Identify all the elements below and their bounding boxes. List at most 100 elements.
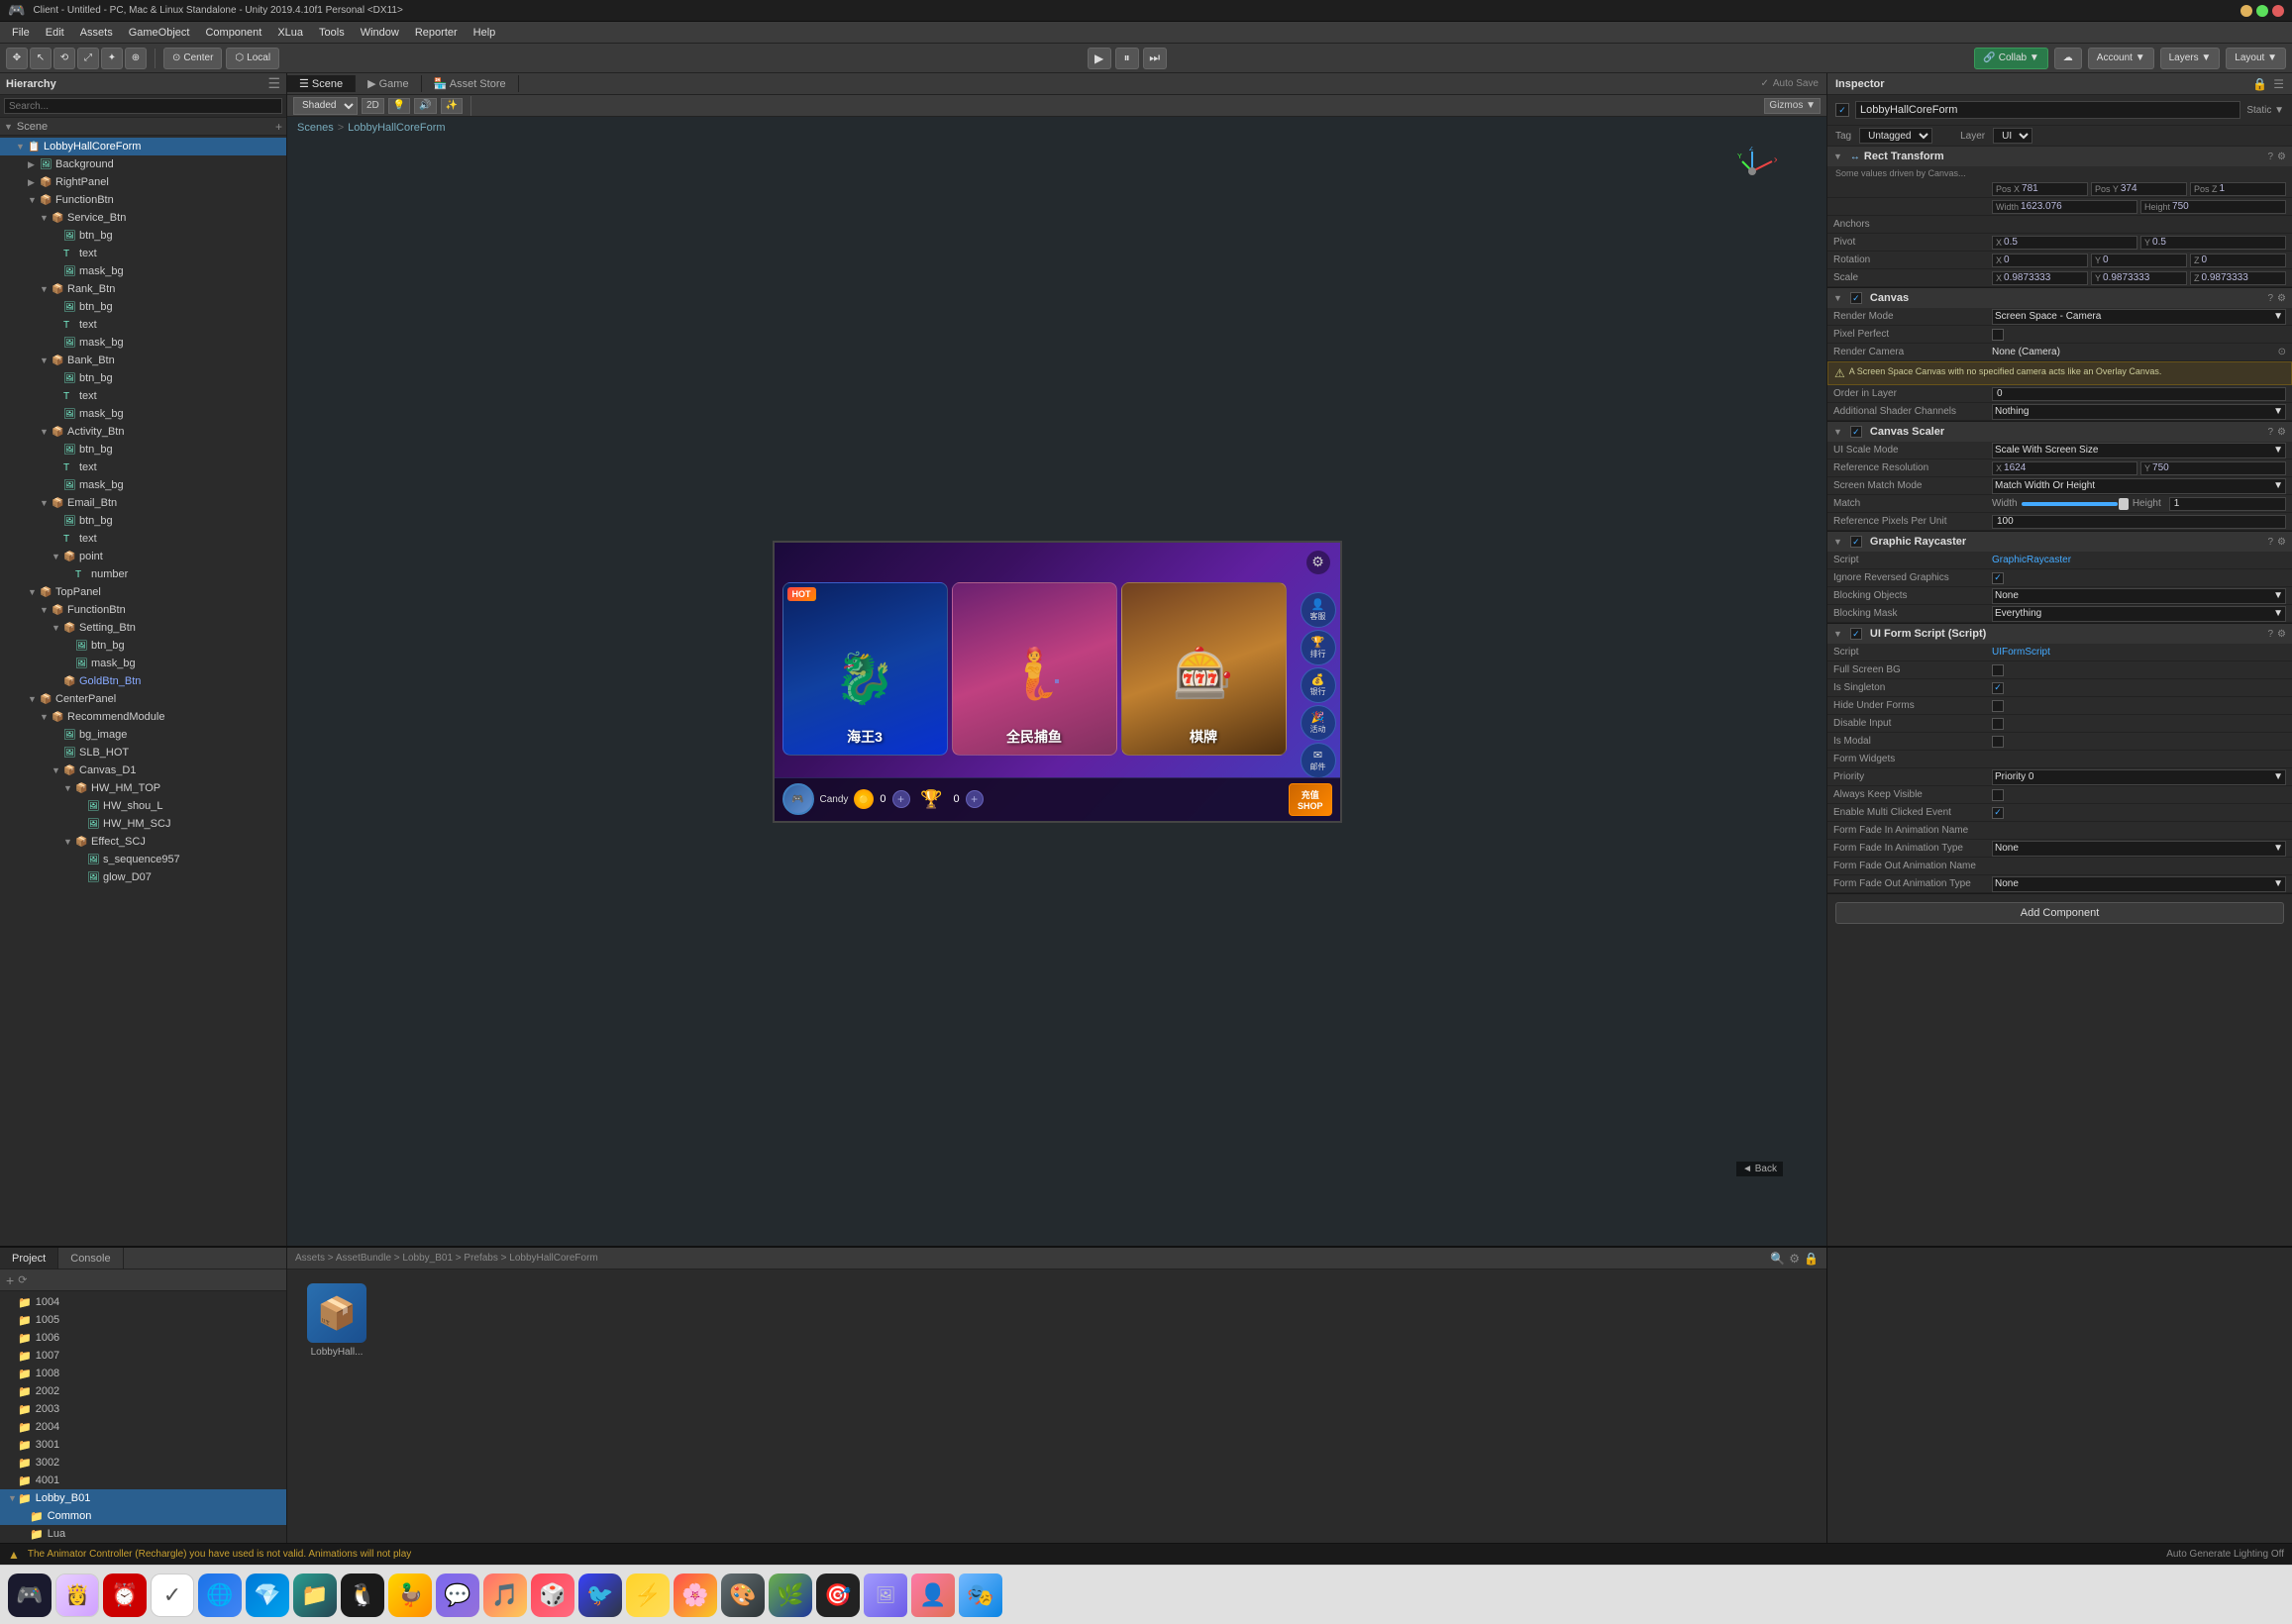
shop-btn[interactable]: 充值 SHOP [1289, 783, 1332, 816]
close-btn[interactable] [2272, 5, 2284, 17]
collab-btn[interactable]: 🔗 Collab ▼ [1974, 48, 2047, 69]
inspector-lock-icon[interactable]: 🔒 [2252, 77, 2267, 91]
pos-x-field[interactable]: Pos X781 [1992, 182, 2088, 196]
shading-select[interactable]: Shaded [293, 97, 358, 115]
pos-z-field[interactable]: Pos Z1 [2190, 182, 2286, 196]
shader-channels-dropdown[interactable]: Nothing ▼ [1992, 404, 2286, 420]
move-tool[interactable]: ↖ [30, 48, 52, 69]
maximize-btn[interactable] [2256, 5, 2268, 17]
tab-console[interactable]: Console [58, 1248, 123, 1269]
tree-item-centerpanel[interactable]: ▼ 📦 CenterPanel [0, 690, 286, 708]
order-layer-input[interactable] [1992, 387, 2286, 401]
ref-res-x[interactable]: X1624 [1992, 461, 2137, 475]
tree-item-effect-scj[interactable]: ▼ 📦 Effect_SCJ [0, 833, 286, 851]
taskbar-icon-clock[interactable]: ⏰ [103, 1573, 147, 1617]
breadcrumb-scenes[interactable]: Scenes [297, 122, 334, 134]
tree-item-activity-btn[interactable]: ▼ 📦 Activity_Btn [0, 423, 286, 441]
add-component-btn[interactable]: Add Component [1835, 902, 2284, 924]
taskbar-icon-chat[interactable]: 💬 [436, 1573, 479, 1617]
taskbar-icon-paint[interactable]: 🎨 [721, 1573, 765, 1617]
fade-in-type-dropdown[interactable]: None ▼ [1992, 841, 2286, 857]
account-btn[interactable]: Account ▼ [2088, 48, 2154, 69]
gizmos-btn[interactable]: Gizmos ▼ [1764, 98, 1821, 114]
render-mode-dropdown[interactable]: Screen Space - Camera ▼ [1992, 309, 2286, 325]
rect-transform-header[interactable]: ▼ ↔ Rect Transform ? ⚙ [1827, 147, 2292, 166]
menu-assets[interactable]: Assets [72, 25, 121, 41]
taskbar-icon-music[interactable]: 🎵 [483, 1573, 527, 1617]
assets-settings-icon[interactable]: ⚙ [1789, 1252, 1800, 1266]
chest-icon[interactable]: 🏆 [916, 783, 948, 815]
hand-tool[interactable]: ✥ [6, 48, 28, 69]
is-singleton-check[interactable] [1992, 682, 2004, 694]
canvas-scaler-check[interactable] [1850, 426, 1862, 438]
canvas-scaler-header[interactable]: ▼ Canvas Scaler ? ⚙ [1827, 422, 2292, 442]
tree-item-text-2[interactable]: T text [0, 316, 286, 334]
audio-btn[interactable]: 🔊 [414, 98, 436, 114]
tree-item-s-sequence957[interactable]: 🖼 s_sequence957 [0, 851, 286, 868]
tree-item-bank-btn[interactable]: ▼ 📦 Bank_Btn [0, 352, 286, 369]
assets-search-icon[interactable]: 🔍 [1770, 1252, 1785, 1266]
folder-lobby-b01[interactable]: ▼ 📁 Lobby_B01 [0, 1489, 286, 1507]
blocking-objects-dropdown[interactable]: None ▼ [1992, 588, 2286, 604]
tree-item-hw-hm-scj[interactable]: 🖼 HW_HM_SCJ [0, 815, 286, 833]
settings-icon[interactable]: ⚙ [1306, 551, 1330, 574]
canvas-header[interactable]: ▼ Canvas ? ⚙ [1827, 288, 2292, 308]
folder-2002[interactable]: 📁 2002 [0, 1382, 286, 1400]
minimize-btn[interactable] [2240, 5, 2252, 17]
raycaster-check[interactable] [1850, 536, 1862, 548]
tree-item-btn-bg-1[interactable]: 🖼 btn_bg [0, 227, 286, 245]
multi-clicked-check[interactable] [1992, 807, 2004, 819]
rank-icon-btn[interactable]: 🏆 排行 [1301, 630, 1336, 665]
ignore-reversed-check[interactable] [1992, 572, 2004, 584]
taskbar-icon-browser2[interactable]: 💎 [246, 1573, 289, 1617]
tab-scene[interactable]: ☰ Scene [287, 75, 356, 92]
layer-select[interactable]: UI [1993, 128, 2032, 144]
tree-item-rightpanel[interactable]: ▶ 📦 RightPanel [0, 173, 286, 191]
folder-1008[interactable]: 📁 1008 [0, 1365, 286, 1382]
hide-under-check[interactable] [1992, 700, 2004, 712]
tab-game[interactable]: ▶ Game [356, 75, 421, 92]
menu-xlua[interactable]: XLua [269, 25, 311, 41]
tree-item-text-1[interactable]: T text [0, 245, 286, 262]
scene-add-btn[interactable]: + [275, 120, 282, 134]
local-btn[interactable]: ⬡ Local [226, 48, 279, 69]
menu-tools[interactable]: Tools [311, 25, 353, 41]
folder-1006[interactable]: 📁 1006 [0, 1329, 286, 1347]
graphic-raycaster-header[interactable]: ▼ Graphic Raycaster ? ⚙ [1827, 532, 2292, 552]
taskbar-icon-char[interactable]: 👸 [55, 1573, 99, 1617]
taskbar-icon-unity[interactable]: 🎯 [816, 1573, 860, 1617]
tab-project[interactable]: Project [0, 1248, 58, 1269]
tree-item-mask-bg-1[interactable]: 🖼 mask_bg [0, 262, 286, 280]
taskbar-icon-lightning[interactable]: ⚡ [626, 1573, 670, 1617]
light-btn[interactable]: 💡 [388, 98, 410, 114]
folder-common[interactable]: 📁 Common [0, 1507, 286, 1525]
folder-2003[interactable]: 📁 2003 [0, 1400, 286, 1418]
pivot-y-field[interactable]: Y0.5 [2140, 236, 2286, 250]
tree-item-canvas-d1[interactable]: ▼ 📦 Canvas_D1 [0, 761, 286, 779]
activity-icon-btn[interactable]: 🎉 活动 [1301, 705, 1336, 741]
priority-dropdown[interactable]: Priority 0 ▼ [1992, 769, 2286, 785]
scaler-help-icon[interactable]: ? [2267, 427, 2273, 438]
render-camera-pick-icon[interactable]: ⊙ [2278, 347, 2286, 357]
tree-item-background[interactable]: ▶ 🖼 Background [0, 155, 286, 173]
menu-report[interactable]: Reporter [407, 25, 466, 41]
tree-item-toppanel[interactable]: ▼ 📦 TopPanel [0, 583, 286, 601]
ui-form-help-icon[interactable]: ? [2267, 629, 2273, 640]
folder-1007[interactable]: 📁 1007 [0, 1347, 286, 1365]
menu-edit[interactable]: Edit [38, 25, 72, 41]
tree-item-btn-bg-3[interactable]: 🖼 btn_bg [0, 369, 286, 387]
pivot-x-field[interactable]: X0.5 [1992, 236, 2137, 250]
ui-form-script-header[interactable]: ▼ UI Form Script (Script) ? ⚙ [1827, 624, 2292, 644]
tree-item-mask-bg-3[interactable]: 🖼 mask_bg [0, 405, 286, 423]
raycaster-help-icon[interactable]: ? [2267, 537, 2273, 548]
tree-item-btn-bg-4[interactable]: 🖼 btn_bg [0, 441, 286, 458]
project-add-btn[interactable]: + [6, 1272, 14, 1288]
canvas-enable-check[interactable] [1850, 292, 1862, 304]
fade-out-type-dropdown[interactable]: None ▼ [1992, 876, 2286, 892]
tree-item-recommendmodule[interactable]: ▼ 📦 RecommendModule [0, 708, 286, 726]
menu-gameobject[interactable]: GameObject [121, 25, 198, 41]
width-field[interactable]: Width1623.076 [1992, 200, 2137, 214]
static-label[interactable]: Static ▼ [2246, 105, 2284, 116]
tree-item-setting-btn[interactable]: ▼ 📦 Setting_Btn [0, 619, 286, 637]
tree-item-number[interactable]: T number [0, 565, 286, 583]
